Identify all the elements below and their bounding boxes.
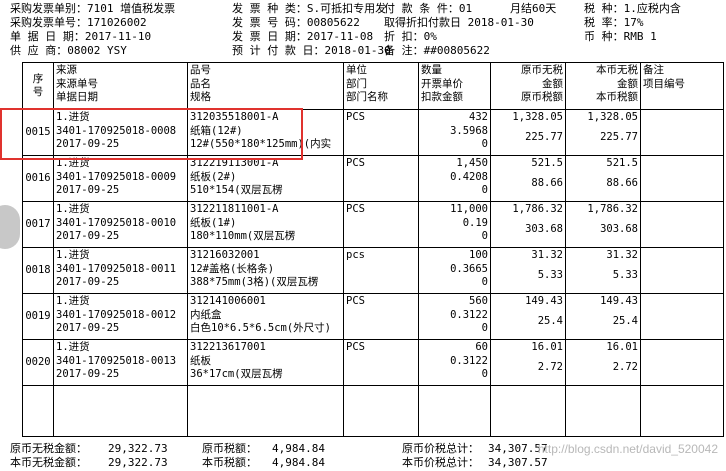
header-local-amount: 本币无税 金额 本币税额 (565, 62, 641, 110)
currency: 币 种：RMB 1 (584, 30, 657, 43)
header-source: 来源 来源单号 单据日期 (53, 62, 188, 110)
cell-foreign-amount: 521.5 88.66 (490, 155, 566, 202)
invoice-header: 采购发票单别：7101 增值税发票 发 票 种 类：S.可抵扣专用发 付 款 条… (10, 2, 726, 60)
scroll-handle[interactable] (0, 205, 20, 249)
cell-seq: 0018 (22, 247, 54, 294)
cell-source: 1.进货 3401-170925018-0012 2017-09-25 (53, 293, 188, 340)
local-untaxed-value: 29,322.73 (108, 456, 168, 469)
cell-item: 312219113001-A 纸板(2#) 510*154(双层瓦楞 (187, 155, 344, 202)
table-row-empty (22, 385, 724, 437)
payment-terms: 付 款 条 件：01 (384, 2, 473, 15)
header-unit: 单位 部门 部门名称 (343, 62, 419, 110)
cell-unit: PCS (343, 339, 419, 386)
watermark: http://blog.csdn.net/david_520042 (537, 442, 718, 456)
table-row: 0020 1.进货 3401-170925018-0013 2017-09-25 312… (22, 339, 724, 386)
cell-source: 1.进货 3401-170925018-0013 2017-09-25 (53, 339, 188, 386)
cell-local-amount: 1,786.32 303.68 (565, 201, 641, 248)
local-tax-label: 本币税额： (202, 456, 257, 469)
cell-foreign-amount: 149.43 25.4 (490, 293, 566, 340)
supplier: 供 应 商：08002 YSY (10, 44, 127, 57)
cell-empty (22, 385, 54, 437)
foreign-tax-label: 原币税额： (202, 442, 257, 455)
cell-empty (343, 385, 419, 437)
foreign-untaxed-value: 29,322.73 (108, 442, 168, 455)
cell-empty (53, 385, 188, 437)
local-untaxed-label: 本币无税金额： (10, 456, 87, 469)
cell-unit: PCS (343, 201, 419, 248)
local-total-value: 34,307.57 (488, 456, 548, 469)
cell-source: 1.进货 3401-170925018-0010 2017-09-25 (53, 201, 188, 248)
cell-foreign-amount: 16.01 2.72 (490, 339, 566, 386)
cell-source: 1.进货 3401-170925018-0009 2017-09-25 (53, 155, 188, 202)
cell-unit: PCS (343, 293, 419, 340)
cell-seq: 0019 (22, 293, 54, 340)
invoice-kind: 发 票 种 类：S.可抵扣专用发 (232, 2, 387, 15)
invoice-type: 采购发票单别：7101 增值税发票 (10, 2, 176, 15)
cell-empty (187, 385, 344, 437)
cell-item: 312211811001-A 纸板(1#) 180*110mm(双层瓦楞 (187, 201, 344, 248)
tax-rate: 税 率：17% (584, 16, 644, 29)
cell-local-amount: 31.32 5.33 (565, 247, 641, 294)
foreign-untaxed-label: 原币无税金额： (10, 442, 87, 455)
cell-seq: 0020 (22, 339, 54, 386)
cell-local-amount: 16.01 2.72 (565, 339, 641, 386)
cell-foreign-amount: 1,328.05 225.77 (490, 109, 566, 156)
cell-quantity: 432 3.5968 0 (418, 109, 491, 156)
invoice-date: 发 票 日 期：2017-11-08 (232, 30, 374, 43)
table-row: 0019 1.进货 3401-170925018-0012 2017-09-25 312… (22, 293, 724, 340)
local-tax-value: 4,984.84 (272, 456, 325, 469)
table-row: 0017 1.进货 3401-170925018-0010 2017-09-25 312… (22, 201, 724, 248)
cell-local-amount: 149.43 25.4 (565, 293, 641, 340)
cell-note (640, 155, 724, 202)
cell-foreign-amount: 31.32 5.33 (490, 247, 566, 294)
header-note: 备注 项目编号 (640, 62, 724, 110)
header-seq: 序 号 (22, 62, 54, 110)
cell-note (640, 109, 724, 156)
cell-note (640, 339, 724, 386)
cell-local-amount: 1,328.05 225.77 (565, 109, 641, 156)
cell-local-amount: 521.5 88.66 (565, 155, 641, 202)
cell-quantity: 1,450 0.4208 0 (418, 155, 491, 202)
document-date: 单 据 日 期：2017-11-10 (10, 30, 152, 43)
cell-quantity: 60 0.3122 0 (418, 339, 491, 386)
table-row: 0016 1.进货 3401-170925018-0009 2017-09-25 312… (22, 155, 724, 202)
cell-seq: 0016 (22, 155, 54, 202)
cell-note (640, 201, 724, 248)
cell-empty (640, 385, 724, 437)
header-item: 品号 品名 规格 (187, 62, 344, 110)
expected-payment-date: 预 计 付 款 日：2018-01-30 (232, 44, 391, 57)
cell-quantity: 11,000 0.19 0 (418, 201, 491, 248)
cell-note (640, 293, 724, 340)
remarks: 备 注：##00805622 (384, 44, 490, 57)
cell-unit: PCS (343, 155, 419, 202)
discount-rate: 折 扣：0% (384, 30, 437, 43)
foreign-total-label: 原币价税总计： (402, 442, 479, 455)
highlight-box (0, 108, 303, 160)
cell-unit: pcs (343, 247, 419, 294)
cell-item: 312213617001 纸板 36*17cm(双层瓦楞 (187, 339, 344, 386)
payment-terms-desc: 月结60天 (510, 2, 557, 15)
header-quantity: 数量 开票单价 扣款金额 (418, 62, 491, 110)
cell-item: 312141006001 内纸盒 白色10*6.5*6.5cm(外尺寸) (187, 293, 344, 340)
local-total-label: 本币价税总计： (402, 456, 479, 469)
tax-type: 税 种：1.应税内含 (584, 2, 681, 15)
cell-foreign-amount: 1,786.32 303.68 (490, 201, 566, 248)
cell-empty (565, 385, 641, 437)
cell-empty (418, 385, 491, 437)
cell-seq: 0017 (22, 201, 54, 248)
cell-empty (490, 385, 566, 437)
cell-quantity: 560 0.3122 0 (418, 293, 491, 340)
foreign-tax-value: 4,984.84 (272, 442, 325, 455)
cell-item: 31216032001 12#盖格(长格条) 388*75mm(3格)(双层瓦楞 (187, 247, 344, 294)
invoice-number: 采购发票单号：171026002 (10, 16, 147, 29)
cell-quantity: 100 0.3665 0 (418, 247, 491, 294)
table-row: 0018 1.进货 3401-170925018-0011 2017-09-25 312… (22, 247, 724, 294)
cell-unit: PCS (343, 109, 419, 156)
table-header-row: 序 号 来源 来源单号 单据日期 品号 品名 规格 单位 部门 部门名称 数量 … (22, 62, 724, 110)
cell-note (640, 247, 724, 294)
header-foreign-amount: 原币无税 金额 原币税额 (490, 62, 566, 110)
discount-date: 取得折扣付款日 2018-01-30 (384, 16, 534, 29)
cell-source: 1.进货 3401-170925018-0011 2017-09-25 (53, 247, 188, 294)
invoice-code: 发 票 号 码：00805622 (232, 16, 360, 29)
